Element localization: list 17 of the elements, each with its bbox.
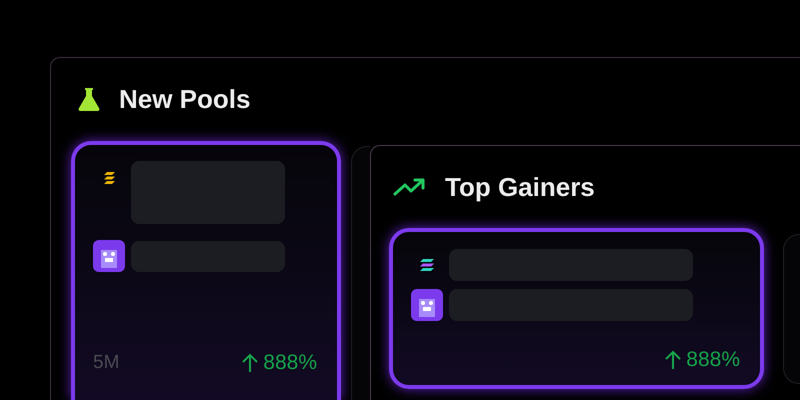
- stacked-bars-icon: [102, 171, 116, 185]
- panel-title: Top Gainers: [445, 174, 595, 200]
- flask-icon: [77, 86, 101, 112]
- volume-label: 5M: [93, 350, 120, 374]
- avatar-icon: [93, 240, 125, 272]
- arrow-up-icon: [664, 350, 682, 370]
- arrow-up-icon: [241, 352, 260, 373]
- token-card[interactable]: 5M 888%: [71, 141, 341, 400]
- avatar-icon: [411, 289, 443, 321]
- change-percent: 888%: [686, 347, 740, 373]
- token-card[interactable]: 888%: [389, 228, 764, 389]
- trend-up-icon: [393, 177, 427, 197]
- token-card[interactable]: [351, 146, 370, 400]
- panel-title: New Pools: [119, 86, 250, 112]
- token-card[interactable]: [783, 234, 800, 384]
- change-percent: 888%: [263, 350, 317, 376]
- stacked-bars-icon: [419, 258, 435, 272]
